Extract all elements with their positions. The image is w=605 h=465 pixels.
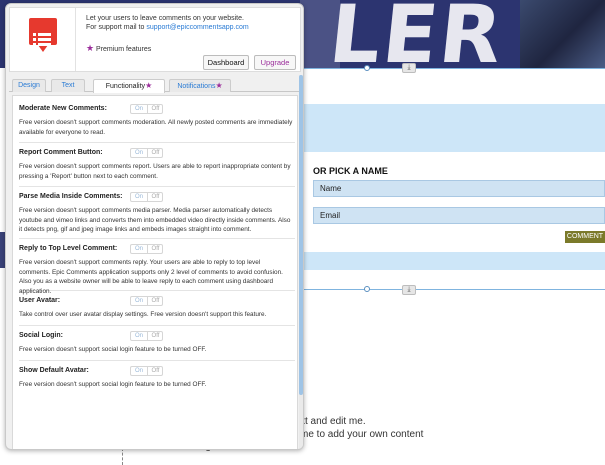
setting-title: Reply to Top Level Comment: bbox=[19, 245, 118, 252]
toggle-on[interactable]: On bbox=[131, 105, 147, 113]
toggle-off[interactable]: Off bbox=[147, 149, 163, 157]
selected-strip bbox=[300, 104, 605, 152]
download-anchor-icon[interactable]: ⤓ bbox=[402, 63, 416, 73]
setting-title: Parse Media Inside Comments: bbox=[19, 193, 123, 200]
setting-title: Moderate New Comments: bbox=[19, 105, 107, 112]
support-line: For support mail to support@epiccomments… bbox=[86, 24, 249, 31]
toggle-off[interactable]: Off bbox=[147, 297, 163, 305]
guide-line bbox=[122, 448, 123, 465]
setting-description: Free version doesn't support comments re… bbox=[19, 163, 291, 180]
speech-bubble-list-icon bbox=[29, 18, 57, 52]
setting-title: Show Default Avatar: bbox=[19, 367, 89, 374]
comment-button[interactable]: COMMENT bbox=[565, 231, 605, 243]
setting-description: Take control over user avatar display se… bbox=[19, 311, 267, 318]
setting-reply-top-level: Reply to Top Level Comment: On Off Free v… bbox=[19, 244, 295, 295]
dashboard-button[interactable]: Dashboard bbox=[203, 55, 249, 70]
hero-photo bbox=[520, 0, 605, 68]
tab-text[interactable]: Text bbox=[51, 79, 85, 92]
toggle-on[interactable]: On bbox=[131, 332, 147, 340]
download-anchor-icon[interactable]: ⤓ bbox=[402, 285, 416, 295]
toggle-off[interactable]: Off bbox=[147, 105, 163, 113]
moderate-comments-toggle[interactable]: On Off bbox=[130, 104, 163, 114]
setting-description: Free version doesn't support social logi… bbox=[19, 346, 207, 353]
toggle-off[interactable]: Off bbox=[147, 245, 163, 253]
upgrade-button[interactable]: Upgrade bbox=[254, 55, 296, 70]
app-description: Let your users to leave comments on your… bbox=[86, 15, 244, 22]
setting-description: Free version doesn't support comments me… bbox=[19, 207, 291, 234]
setting-title: Report Comment Button: bbox=[19, 149, 103, 156]
star-icon: ★ bbox=[86, 43, 95, 53]
toggle-on[interactable]: On bbox=[131, 149, 147, 157]
body-text-line-2: me to add your own content bbox=[300, 429, 424, 440]
tab-design[interactable]: Design bbox=[12, 79, 46, 92]
setting-moderate-comments: Moderate New Comments: On Off Free versio… bbox=[19, 104, 295, 143]
email-field[interactable]: Email bbox=[313, 207, 605, 224]
logo-container bbox=[10, 8, 76, 71]
setting-user-avatar: User Avatar: On Off Take control over use… bbox=[19, 296, 295, 326]
section-boundary-top bbox=[300, 68, 605, 69]
user-avatar-toggle[interactable]: On Off bbox=[130, 296, 163, 306]
social-login-toggle[interactable]: On Off bbox=[130, 331, 163, 341]
toggle-off[interactable]: Off bbox=[147, 193, 163, 201]
toggle-off[interactable]: Off bbox=[147, 367, 163, 375]
hero-title: LER bbox=[325, 0, 509, 68]
toggle-on[interactable]: On bbox=[131, 245, 147, 253]
report-button-toggle[interactable]: On Off bbox=[130, 148, 163, 158]
name-field[interactable]: Name bbox=[313, 180, 605, 197]
panel-header: Let your users to leave comments on your… bbox=[9, 7, 301, 72]
support-email-link[interactable]: support@epiccommentsapp.com bbox=[146, 24, 248, 31]
setting-parse-media: Parse Media Inside Comments: On Off Free … bbox=[19, 192, 295, 239]
resize-handle[interactable] bbox=[364, 65, 370, 71]
support-prefix: For support mail to bbox=[86, 24, 147, 31]
reply-toggle[interactable]: On Off bbox=[130, 244, 163, 254]
toggle-on[interactable]: On bbox=[131, 297, 147, 305]
setting-report-button: Report Comment Button: On Off Free versio… bbox=[19, 148, 295, 187]
settings-tabs: Design Text Functionality★ Notifications… bbox=[9, 77, 301, 93]
toggle-on[interactable]: On bbox=[131, 193, 147, 201]
parse-media-toggle[interactable]: On Off bbox=[130, 192, 163, 202]
body-text-line-1: xt and edit me. bbox=[300, 416, 366, 427]
panel-scrollbar[interactable] bbox=[299, 75, 303, 449]
setting-default-avatar: Show Default Avatar: On Off Free version … bbox=[19, 366, 295, 396]
setting-social-login: Social Login: On Off Free version doesn't… bbox=[19, 331, 295, 361]
setting-description: Free version doesn't support comments re… bbox=[19, 259, 283, 295]
tab-notifications[interactable]: Notifications★ bbox=[169, 79, 231, 92]
scroll-thumb[interactable] bbox=[299, 75, 303, 395]
setting-title: User Avatar: bbox=[19, 297, 61, 304]
comments-settings-panel: Let your users to leave comments on your… bbox=[5, 3, 304, 450]
toggle-off[interactable]: Off bbox=[147, 332, 163, 340]
setting-description: Free version doesn't support comments mo… bbox=[19, 119, 293, 136]
default-avatar-toggle[interactable]: On Off bbox=[130, 366, 163, 376]
setting-title: Social Login: bbox=[19, 332, 63, 339]
pick-name-heading: OR PICK A NAME bbox=[313, 166, 388, 176]
premium-legend: ★ Premium features bbox=[86, 43, 151, 54]
tab-functionality[interactable]: Functionality★ bbox=[93, 79, 165, 93]
section-boundary-bottom bbox=[300, 289, 605, 290]
star-icon: ★ bbox=[145, 81, 153, 90]
premium-label: Premium features bbox=[96, 46, 152, 53]
selected-strip-lower bbox=[300, 252, 605, 270]
star-icon: ★ bbox=[215, 81, 223, 90]
resize-handle-lower[interactable] bbox=[364, 286, 370, 292]
functionality-settings: Moderate New Comments: On Off Free versio… bbox=[12, 95, 298, 449]
toggle-on[interactable]: On bbox=[131, 367, 147, 375]
setting-description: Free version doesn't support social logi… bbox=[19, 381, 207, 388]
